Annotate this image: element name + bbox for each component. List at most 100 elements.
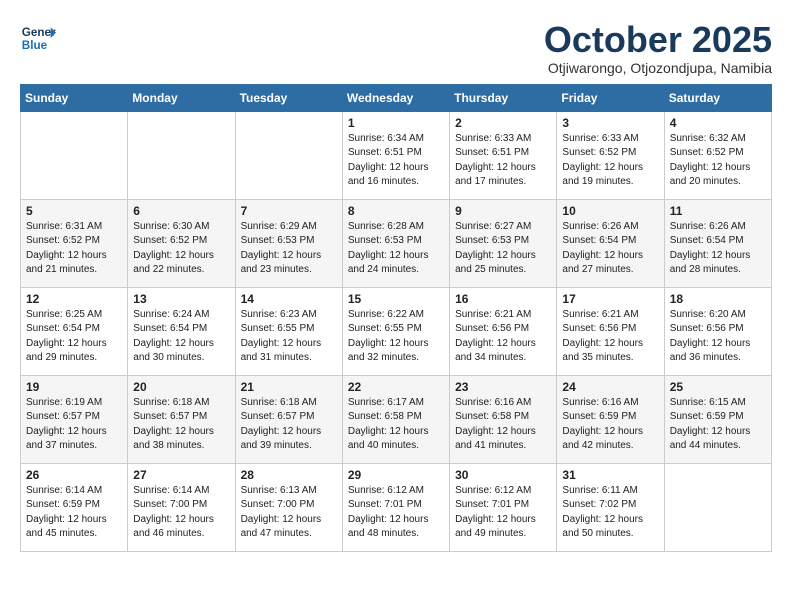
day-number: 4 <box>670 116 766 130</box>
logo: General Blue <box>20 20 56 56</box>
day-number: 17 <box>562 292 658 306</box>
calendar-cell: 25 Sunrise: 6:15 AM Sunset: 6:59 PM Dayli… <box>664 375 771 463</box>
page-header: General Blue October 2025 Otjiwarongo, O… <box>20 20 772 76</box>
weekday-header-sunday: Sunday <box>21 84 128 111</box>
day-number: 3 <box>562 116 658 130</box>
month-title: October 2025 <box>544 20 772 60</box>
weekday-header-tuesday: Tuesday <box>235 84 342 111</box>
day-info: Sunrise: 6:20 AM Sunset: 6:56 PM Dayligh… <box>670 308 766 366</box>
calendar-cell: 27 Sunrise: 6:14 AM Sunset: 7:00 PM Dayli… <box>128 463 235 551</box>
calendar-cell: 11Sunrise: 6:26 AM Sunset: 6:54 PM Dayli… <box>664 199 771 287</box>
day-info: Sunrise: 6:14 AM Sunset: 7:00 PM Dayligh… <box>133 484 229 542</box>
calendar-cell <box>128 111 235 199</box>
day-number: 25 <box>670 380 766 394</box>
calendar-cell: 28 Sunrise: 6:13 AM Sunset: 7:00 PM Dayli… <box>235 463 342 551</box>
day-info: Sunrise: 6:30 AM Sunset: 6:52 PM Dayligh… <box>133 220 229 278</box>
day-number: 5 <box>26 204 122 218</box>
day-info: Sunrise: 6:19 AM Sunset: 6:57 PM Dayligh… <box>26 396 122 454</box>
day-info: Sunrise: 6:22 AM Sunset: 6:55 PM Dayligh… <box>348 308 444 366</box>
week-row-4: 26 Sunrise: 6:14 AM Sunset: 6:59 PM Dayli… <box>21 463 772 551</box>
calendar-cell: 13 Sunrise: 6:24 AM Sunset: 6:54 PM Dayli… <box>128 287 235 375</box>
day-info: Sunrise: 6:34 AM Sunset: 6:51 PM Dayligh… <box>348 132 444 190</box>
location: Otjiwarongo, Otjozondjupa, Namibia <box>544 60 772 76</box>
day-info: Sunrise: 6:17 AM Sunset: 6:58 PM Dayligh… <box>348 396 444 454</box>
calendar-cell: 16 Sunrise: 6:21 AM Sunset: 6:56 PM Dayli… <box>450 287 557 375</box>
weekday-header-saturday: Saturday <box>664 84 771 111</box>
day-info: Sunrise: 6:31 AM Sunset: 6:52 PM Dayligh… <box>26 220 122 278</box>
day-info: Sunrise: 6:15 AM Sunset: 6:59 PM Dayligh… <box>670 396 766 454</box>
day-number: 6 <box>133 204 229 218</box>
day-number: 29 <box>348 468 444 482</box>
day-number: 15 <box>348 292 444 306</box>
calendar-cell: 14 Sunrise: 6:23 AM Sunset: 6:55 PM Dayli… <box>235 287 342 375</box>
day-info: Sunrise: 6:32 AM Sunset: 6:52 PM Dayligh… <box>670 132 766 190</box>
day-info: Sunrise: 6:23 AM Sunset: 6:55 PM Dayligh… <box>241 308 337 366</box>
day-info: Sunrise: 6:26 AM Sunset: 6:54 PM Dayligh… <box>562 220 658 278</box>
day-number: 10 <box>562 204 658 218</box>
day-number: 27 <box>133 468 229 482</box>
calendar-cell: 3 Sunrise: 6:33 AM Sunset: 6:52 PM Daylig… <box>557 111 664 199</box>
calendar-cell: 31 Sunrise: 6:11 AM Sunset: 7:02 PM Dayli… <box>557 463 664 551</box>
day-info: Sunrise: 6:16 AM Sunset: 6:59 PM Dayligh… <box>562 396 658 454</box>
day-info: Sunrise: 6:25 AM Sunset: 6:54 PM Dayligh… <box>26 308 122 366</box>
week-row-2: 12Sunrise: 6:25 AM Sunset: 6:54 PM Dayli… <box>21 287 772 375</box>
day-number: 13 <box>133 292 229 306</box>
day-number: 24 <box>562 380 658 394</box>
day-info: Sunrise: 6:33 AM Sunset: 6:51 PM Dayligh… <box>455 132 551 190</box>
title-block: October 2025 Otjiwarongo, Otjozondjupa, … <box>544 20 772 76</box>
day-info: Sunrise: 6:21 AM Sunset: 6:56 PM Dayligh… <box>562 308 658 366</box>
calendar-cell: 19 Sunrise: 6:19 AM Sunset: 6:57 PM Dayli… <box>21 375 128 463</box>
day-number: 23 <box>455 380 551 394</box>
svg-text:Blue: Blue <box>22 39 48 52</box>
calendar-cell: 1 Sunrise: 6:34 AM Sunset: 6:51 PM Daylig… <box>342 111 449 199</box>
day-info: Sunrise: 6:11 AM Sunset: 7:02 PM Dayligh… <box>562 484 658 542</box>
day-number: 8 <box>348 204 444 218</box>
day-info: Sunrise: 6:24 AM Sunset: 6:54 PM Dayligh… <box>133 308 229 366</box>
calendar-cell: 21 Sunrise: 6:18 AM Sunset: 6:57 PM Dayli… <box>235 375 342 463</box>
day-number: 21 <box>241 380 337 394</box>
day-number: 19 <box>26 380 122 394</box>
week-row-1: 5 Sunrise: 6:31 AM Sunset: 6:52 PM Daylig… <box>21 199 772 287</box>
calendar-cell: 5 Sunrise: 6:31 AM Sunset: 6:52 PM Daylig… <box>21 199 128 287</box>
day-info: Sunrise: 6:21 AM Sunset: 6:56 PM Dayligh… <box>455 308 551 366</box>
day-info: Sunrise: 6:13 AM Sunset: 7:00 PM Dayligh… <box>241 484 337 542</box>
weekday-header-friday: Friday <box>557 84 664 111</box>
day-number: 30 <box>455 468 551 482</box>
day-number: 31 <box>562 468 658 482</box>
day-number: 20 <box>133 380 229 394</box>
day-info: Sunrise: 6:14 AM Sunset: 6:59 PM Dayligh… <box>26 484 122 542</box>
calendar-cell: 17 Sunrise: 6:21 AM Sunset: 6:56 PM Dayli… <box>557 287 664 375</box>
calendar-cell: 24 Sunrise: 6:16 AM Sunset: 6:59 PM Dayli… <box>557 375 664 463</box>
day-number: 7 <box>241 204 337 218</box>
weekday-header-row: SundayMondayTuesdayWednesdayThursdayFrid… <box>21 84 772 111</box>
day-number: 9 <box>455 204 551 218</box>
day-number: 16 <box>455 292 551 306</box>
day-number: 11 <box>670 204 766 218</box>
calendar-cell: 22Sunrise: 6:17 AM Sunset: 6:58 PM Dayli… <box>342 375 449 463</box>
weekday-header-thursday: Thursday <box>450 84 557 111</box>
day-number: 26 <box>26 468 122 482</box>
day-info: Sunrise: 6:16 AM Sunset: 6:58 PM Dayligh… <box>455 396 551 454</box>
calendar-cell: 7Sunrise: 6:29 AM Sunset: 6:53 PM Daylig… <box>235 199 342 287</box>
day-number: 2 <box>455 116 551 130</box>
week-row-0: 1 Sunrise: 6:34 AM Sunset: 6:51 PM Daylig… <box>21 111 772 199</box>
calendar-cell: 8 Sunrise: 6:28 AM Sunset: 6:53 PM Daylig… <box>342 199 449 287</box>
calendar-cell: 20Sunrise: 6:18 AM Sunset: 6:57 PM Dayli… <box>128 375 235 463</box>
day-info: Sunrise: 6:18 AM Sunset: 6:57 PM Dayligh… <box>241 396 337 454</box>
calendar-cell <box>235 111 342 199</box>
calendar-cell: 26 Sunrise: 6:14 AM Sunset: 6:59 PM Dayli… <box>21 463 128 551</box>
weekday-header-wednesday: Wednesday <box>342 84 449 111</box>
day-info: Sunrise: 6:27 AM Sunset: 6:53 PM Dayligh… <box>455 220 551 278</box>
calendar-cell: 12Sunrise: 6:25 AM Sunset: 6:54 PM Dayli… <box>21 287 128 375</box>
calendar-cell <box>21 111 128 199</box>
day-number: 14 <box>241 292 337 306</box>
day-number: 1 <box>348 116 444 130</box>
day-info: Sunrise: 6:28 AM Sunset: 6:53 PM Dayligh… <box>348 220 444 278</box>
calendar-cell: 15 Sunrise: 6:22 AM Sunset: 6:55 PM Dayli… <box>342 287 449 375</box>
day-number: 18 <box>670 292 766 306</box>
calendar-cell: 6 Sunrise: 6:30 AM Sunset: 6:52 PM Daylig… <box>128 199 235 287</box>
calendar-cell: 9 Sunrise: 6:27 AM Sunset: 6:53 PM Daylig… <box>450 199 557 287</box>
day-info: Sunrise: 6:12 AM Sunset: 7:01 PM Dayligh… <box>348 484 444 542</box>
day-number: 28 <box>241 468 337 482</box>
day-info: Sunrise: 6:33 AM Sunset: 6:52 PM Dayligh… <box>562 132 658 190</box>
